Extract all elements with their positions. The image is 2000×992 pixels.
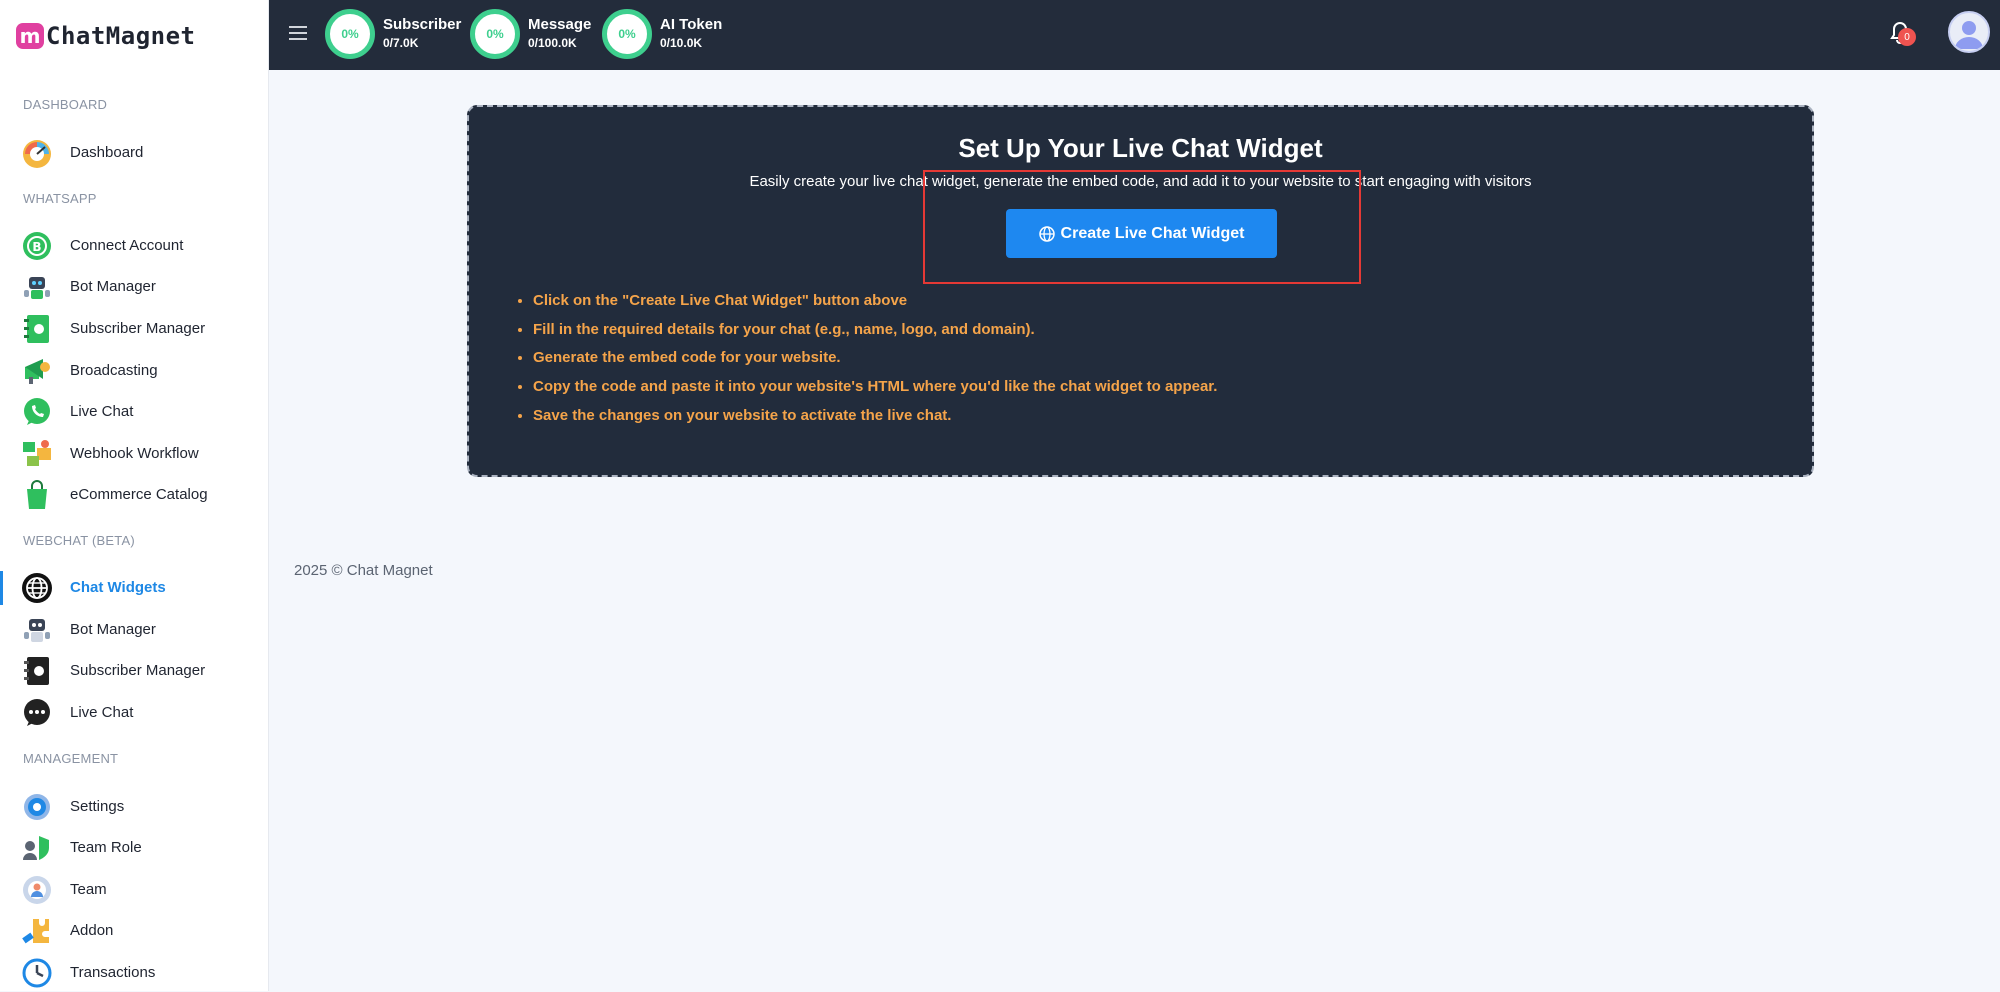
workflow-icon: [23, 440, 51, 466]
sidebar-item-label: Broadcasting: [70, 361, 158, 379]
top-bar: 0% Subscriber 0/7.0K 0% Message 0/100.0K…: [269, 0, 2000, 70]
sidebar-item-ecommerce-catalog[interactable]: eCommerce Catalog: [0, 474, 268, 514]
sidebar-item-label: Webhook Workflow: [70, 444, 199, 462]
sidebar-item-dashboard[interactable]: Dashboard: [0, 132, 268, 172]
list-item: Save the changes on your website to acti…: [533, 406, 1217, 435]
sidebar-item-bot-manager[interactable]: Bot Manager: [0, 266, 268, 306]
subscriber-progress-ring: 0%: [325, 9, 375, 59]
sidebar-item-webchat-subscriber-manager[interactable]: Subscriber Manager: [0, 650, 268, 690]
whatsapp-icon: [24, 398, 50, 425]
sidebar-item-label: Live Chat: [70, 402, 134, 420]
sidebar-item-label: Transactions: [70, 963, 156, 981]
stat-label: Subscriber: [383, 16, 462, 33]
sidebar-item-settings[interactable]: Settings: [0, 786, 268, 826]
create-live-chat-widget-label: Create Live Chat Widget: [1060, 224, 1245, 242]
page-subtitle: Easily create your live chat widget, gen…: [749, 173, 1532, 190]
section-management: MANAGEMENT: [23, 751, 119, 766]
stat-subscriber: 0% Subscriber 0/7.0K: [325, 9, 461, 59]
setup-steps-list: Click on the "Create Live Chat Widget" b…: [511, 291, 1217, 434]
sidebar: m ChatMagnet DASHBOARD Dashboard WHATSAP…: [0, 0, 269, 991]
speedometer-icon: [23, 140, 51, 168]
shield-user-icon: [23, 836, 49, 860]
contact-book-icon: [24, 657, 49, 685]
svg-text:B: B: [32, 240, 41, 254]
list-item: Fill in the required details for your ch…: [533, 320, 1217, 349]
section-dashboard: DASHBOARD: [23, 97, 108, 112]
sidebar-item-label: Bot Manager: [70, 277, 156, 295]
stat-message: 0% Message 0/100.0K: [470, 9, 591, 59]
contact-book-icon: [24, 315, 49, 343]
megaphone-icon: [25, 359, 50, 384]
globe-icon: [1038, 225, 1055, 242]
logo-icon: m: [16, 23, 44, 49]
sidebar-item-transactions[interactable]: Transactions: [0, 952, 268, 992]
live-chat-setup-card: Set Up Your Live Chat Widget Easily crea…: [467, 105, 1814, 477]
notification-badge: 0: [1898, 28, 1916, 46]
page-title: Set Up Your Live Chat Widget: [958, 133, 1323, 163]
sidebar-item-broadcasting[interactable]: Broadcasting: [0, 350, 268, 390]
sidebar-item-webhook-workflow[interactable]: Webhook Workflow: [0, 433, 268, 473]
chat-bubble-icon: [24, 699, 50, 726]
stat-value: 0/10.0K: [660, 36, 703, 50]
sidebar-item-chat-widgets[interactable]: Chat Widgets: [0, 567, 268, 607]
globe-icon: [22, 573, 52, 603]
ai-token-progress-ring: 0%: [602, 9, 652, 59]
robot-icon: [24, 277, 50, 299]
sidebar-item-addon[interactable]: Addon: [0, 910, 268, 950]
list-item: Copy the code and paste it into your web…: [533, 377, 1217, 406]
list-item: Click on the "Create Live Chat Widget" b…: [533, 291, 1217, 320]
section-whatsapp: WHATSAPP: [23, 191, 97, 206]
section-webchat: WEBCHAT (BETA): [23, 533, 135, 548]
sidebar-item-label: Live Chat: [70, 703, 134, 721]
sidebar-item-webchat-bot-manager[interactable]: Bot Manager: [0, 609, 268, 649]
sidebar-item-team-role[interactable]: Team Role: [0, 827, 268, 867]
create-live-chat-widget-button[interactable]: Create Live Chat Widget: [1006, 209, 1277, 258]
puzzle-icon: [22, 919, 49, 944]
message-progress-ring: 0%: [470, 9, 520, 59]
stat-label: Message: [528, 16, 592, 33]
sidebar-item-label: Addon: [70, 921, 114, 939]
brand-logo[interactable]: m ChatMagnet: [16, 22, 196, 50]
stat-value: 0/7.0K: [383, 36, 419, 50]
whatsapp-business-icon: B: [23, 232, 51, 260]
clock-icon: [22, 958, 52, 988]
sidebar-item-label: Settings: [70, 797, 125, 815]
stat-label: AI Token: [660, 16, 723, 33]
sidebar-item-label: Connect Account: [70, 236, 184, 254]
stat-ai-token: 0% AI Token 0/10.0K: [602, 9, 722, 59]
sidebar-item-team[interactable]: Team: [0, 869, 268, 909]
user-avatar[interactable]: [1948, 11, 1990, 53]
stat-value: 0/100.0K: [528, 36, 577, 50]
list-item: Generate the embed code for your website…: [533, 348, 1217, 377]
sidebar-item-label: Dashboard: [70, 143, 144, 161]
sidebar-item-label: Chat Widgets: [70, 578, 166, 596]
hamburger-menu-icon[interactable]: [289, 26, 307, 40]
sidebar-item-label: eCommerce Catalog: [70, 485, 208, 503]
sidebar-item-label: Subscriber Manager: [70, 661, 206, 679]
sidebar-item-label: Team Role: [70, 838, 142, 856]
user-icon: [1955, 21, 1983, 49]
sidebar-item-subscriber-manager[interactable]: Subscriber Manager: [0, 308, 268, 348]
brand-name: ChatMagnet: [46, 22, 196, 50]
shopping-bag-icon: [27, 480, 47, 509]
sidebar-item-label: Subscriber Manager: [70, 319, 206, 337]
team-gear-icon: [23, 876, 51, 904]
robot-icon: [24, 619, 50, 642]
sidebar-item-connect-account[interactable]: B Connect Account: [0, 225, 268, 265]
sidebar-item-label: Bot Manager: [70, 620, 156, 638]
gear-icon: [24, 794, 50, 820]
sidebar-item-webchat-live-chat[interactable]: Live Chat: [0, 692, 268, 732]
sidebar-item-label: Team: [70, 880, 107, 898]
footer-copyright: 2025 © Chat Magnet: [294, 562, 433, 579]
sidebar-item-live-chat[interactable]: Live Chat: [0, 391, 268, 431]
